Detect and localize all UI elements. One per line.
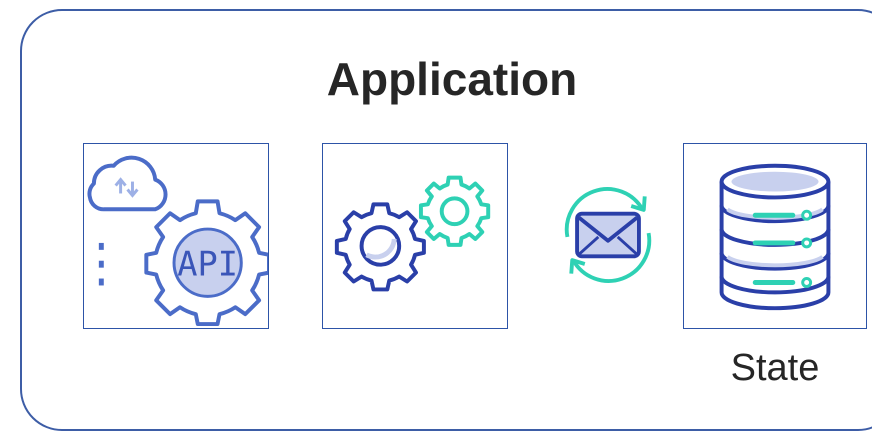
database-icon [719,163,831,311]
gears-icon [334,175,491,292]
cloud-api-gear-icon: API [87,155,268,327]
api-label: API [177,245,238,284]
application-title: Application [326,53,578,105]
api-tile: API [83,143,269,329]
message-sync-icon [564,187,652,283]
processing-tile [322,143,508,329]
state-label: State [730,347,820,389]
state-tile [683,143,867,329]
